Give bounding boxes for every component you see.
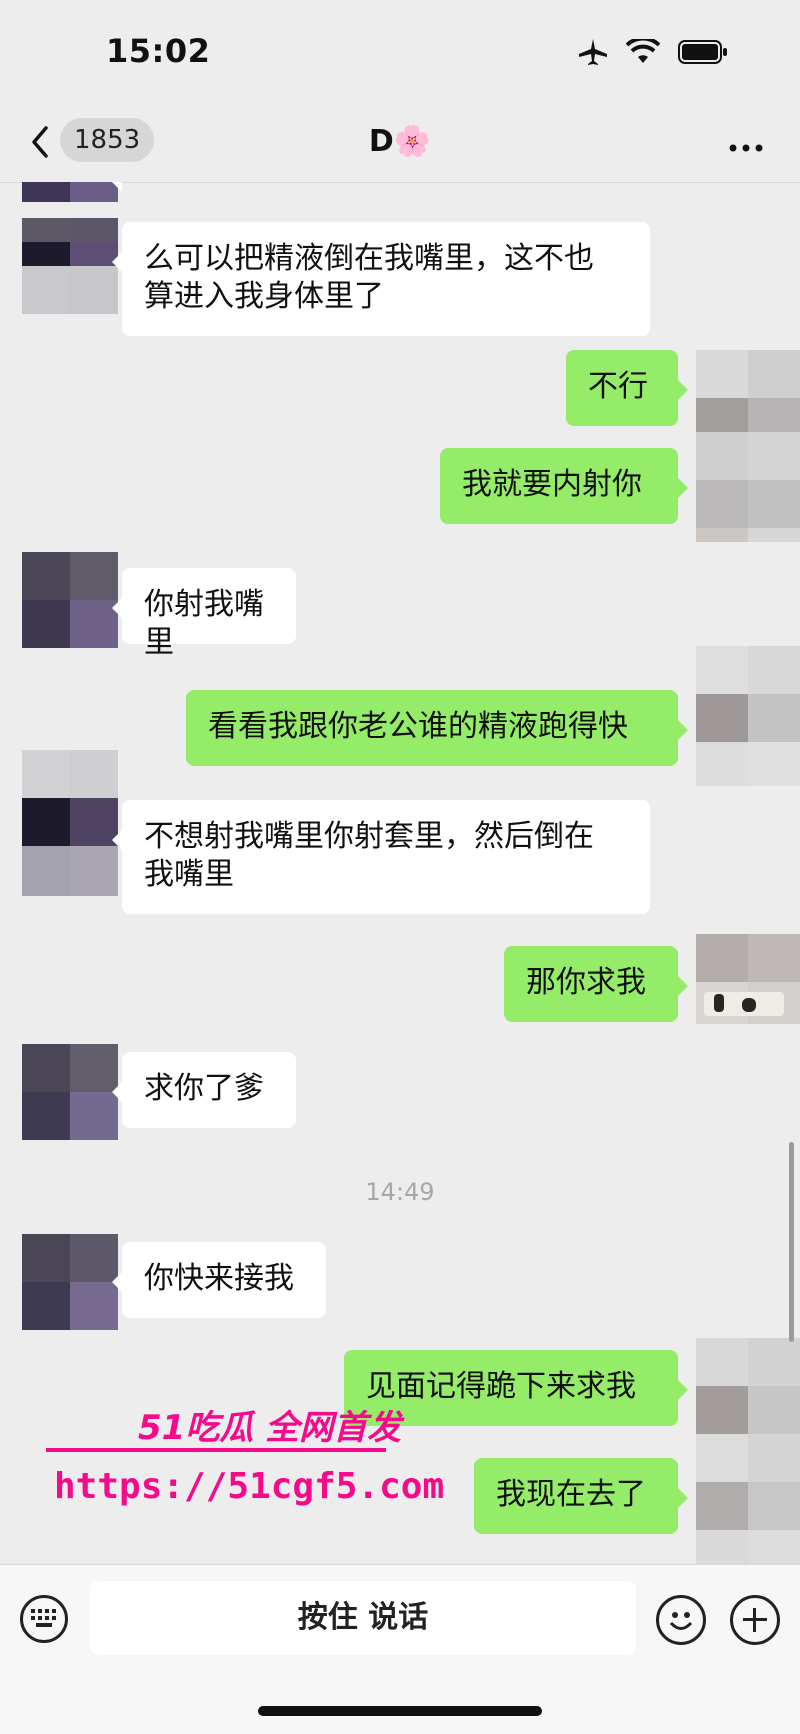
- avatar[interactable]: [22, 218, 118, 314]
- watermark-divider: [46, 1448, 386, 1452]
- message-bubble[interactable]: 你射我嘴里: [112, 568, 296, 660]
- message-bubble[interactable]: 不想射我嘴里你射套里，然后倒在 我嘴里: [112, 800, 650, 914]
- message-bubble[interactable]: 你快来接我: [112, 1242, 326, 1318]
- message-bubble[interactable]: 不行: [566, 350, 688, 426]
- message-text: 你射我嘴里: [144, 587, 264, 660]
- message-bubble[interactable]: 求你了爹: [112, 1052, 296, 1128]
- avatar[interactable]: [696, 432, 800, 542]
- more-functions-button[interactable]: [730, 1595, 780, 1645]
- smiley-icon: [669, 1612, 693, 1630]
- avatar[interactable]: [696, 1338, 800, 1438]
- avatar[interactable]: [22, 1044, 118, 1140]
- message-text: 我就要内射你: [462, 467, 642, 502]
- message-bubble[interactable]: 看看我跟你老公谁的精液跑得快: [186, 690, 688, 766]
- message-bubble[interactable]: 那你求我: [504, 946, 688, 1022]
- more-dots-icon: [729, 144, 763, 152]
- message-bubble[interactable]: 我现在去了: [474, 1458, 688, 1534]
- avatar[interactable]: [696, 1434, 800, 1564]
- emoji-button[interactable]: [656, 1595, 706, 1645]
- scrollbar[interactable]: [789, 1142, 794, 1342]
- home-indicator[interactable]: [258, 1706, 542, 1716]
- chat-header: 1853 D🌸: [0, 104, 800, 183]
- more-options-button[interactable]: [728, 132, 764, 153]
- avatar[interactable]: [696, 934, 800, 1024]
- message-row-partial: [0, 182, 800, 202]
- avatar[interactable]: [22, 552, 118, 648]
- status-icons: [578, 36, 728, 70]
- message-bubble[interactable]: 么可以把精液倒在我嘴里，这不也 算进入我身体里了: [112, 222, 650, 336]
- battery-icon: [678, 40, 728, 68]
- avatar[interactable]: [22, 750, 118, 896]
- status-bar: 15:02: [0, 0, 800, 104]
- keyboard-toggle-button[interactable]: [20, 1595, 68, 1643]
- status-time: 15:02: [106, 32, 211, 70]
- chat-title: D🌸: [368, 124, 432, 159]
- avatar[interactable]: [22, 1234, 118, 1330]
- hold-to-talk-button[interactable]: 按住 说话: [90, 1581, 636, 1655]
- message-text: 见面记得跪下来求我: [366, 1369, 636, 1404]
- message-text: 看看我跟你老公谁的精液跑得快: [208, 709, 628, 744]
- message-text: 不行: [588, 369, 648, 404]
- avatar: [22, 182, 118, 202]
- wifi-icon: [625, 36, 661, 69]
- airplane-icon: [578, 38, 608, 70]
- keyboard-icon: [31, 1609, 56, 1627]
- message-text: 不想射我嘴里你射套里，然后倒在 我嘴里: [144, 819, 594, 892]
- input-bar: 按住 说话: [0, 1564, 800, 1734]
- message-text: 那你求我: [526, 965, 646, 1000]
- avatar[interactable]: [696, 646, 800, 786]
- message-bubble[interactable]: 我就要内射你: [440, 448, 688, 524]
- message-timestamp: 14:49: [365, 1178, 435, 1206]
- watermark-brand: 51吃瓜 全网首发: [138, 1408, 402, 1448]
- message-list[interactable]: 么可以把精液倒在我嘴里，这不也算进入我身体里了 不行 我就要内射你 你射我嘴里: [0, 182, 800, 1564]
- message-text: 么可以把精液倒在我嘴里，这不也 算进入我身体里了: [144, 241, 594, 314]
- watermark-url: https://51cgf5.com: [54, 1466, 445, 1507]
- message-text: 求你了爹: [144, 1071, 264, 1106]
- message-text: 你快来接我: [144, 1261, 294, 1296]
- message-text: 我现在去了: [496, 1477, 646, 1512]
